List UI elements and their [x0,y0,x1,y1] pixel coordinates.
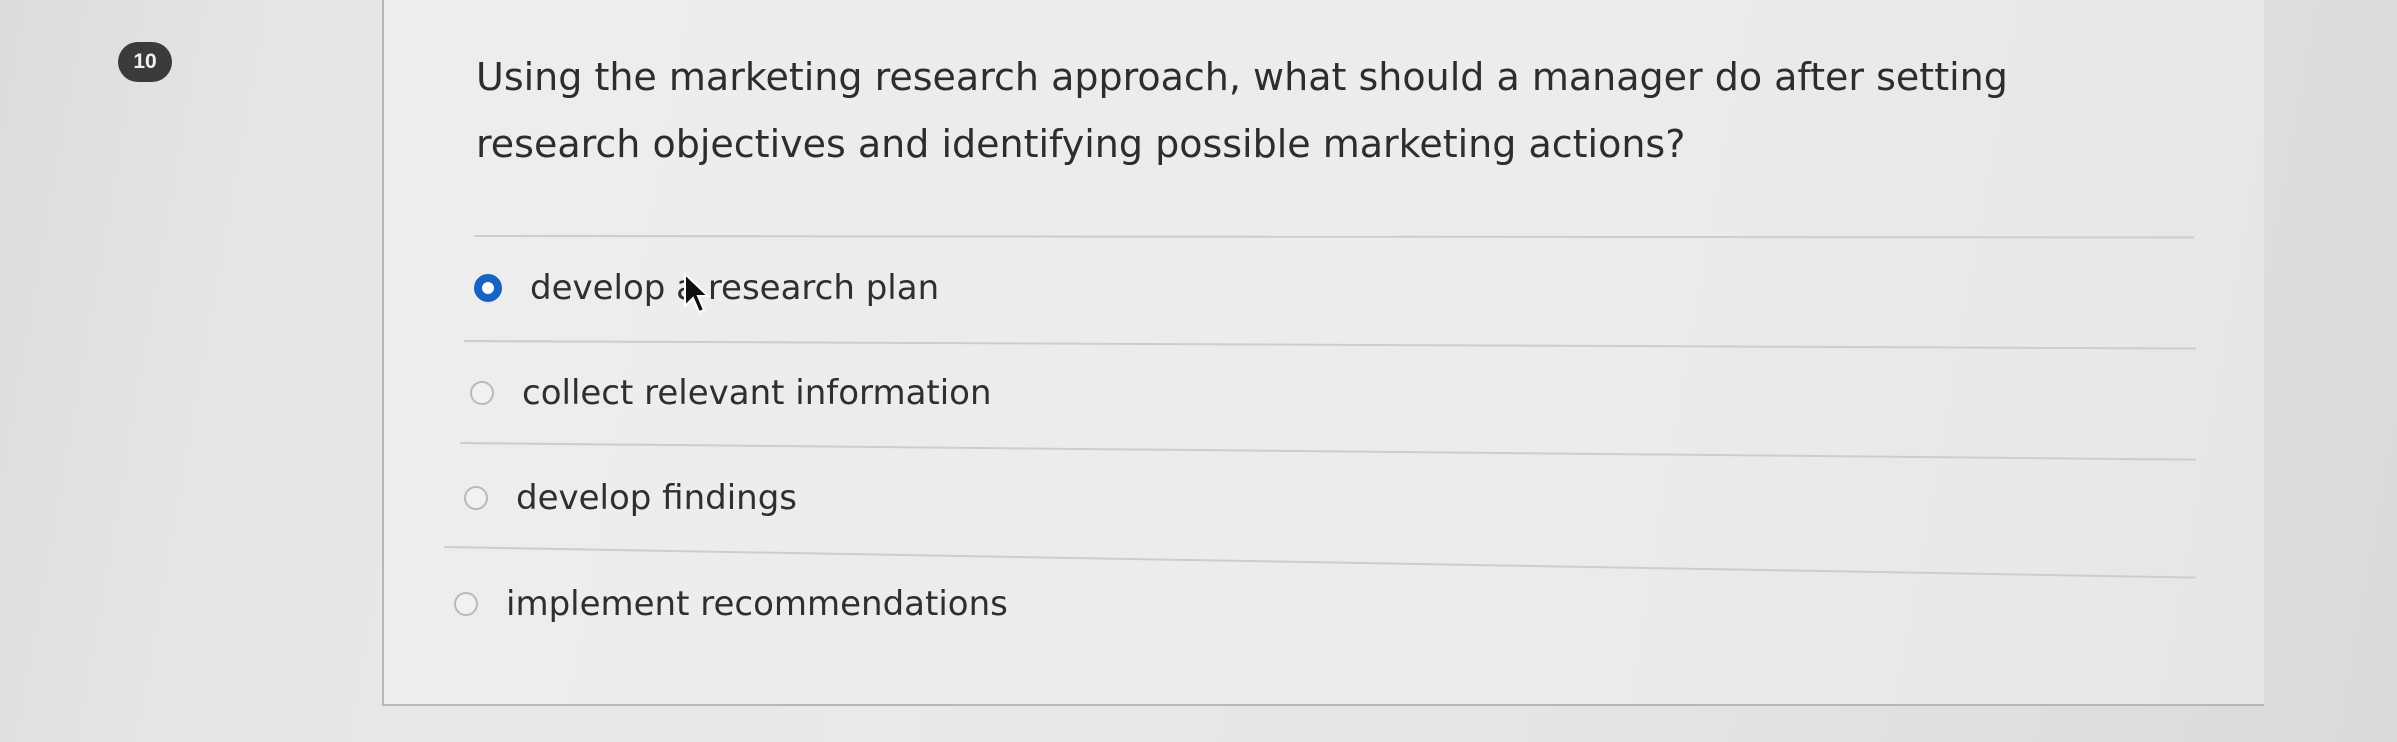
mouse-pointer-icon [684,272,710,314]
option-label: develop findings [516,478,798,518]
option-implement-recommendations[interactable]: implement recommendations [454,584,1008,624]
divider-3 [443,546,2196,579]
option-collect-relevant-information[interactable]: collect relevant information [470,373,992,413]
radio-empty-icon[interactable] [470,381,494,405]
question-number-badge: 10 [118,42,172,82]
divider-top [473,235,2195,239]
radio-empty-icon[interactable] [464,486,488,510]
radio-empty-icon[interactable] [454,592,478,616]
divider-2 [459,442,2196,461]
option-label: implement recommendations [506,584,1008,624]
divider-1 [463,340,2196,350]
option-label: collect relevant information [522,373,992,413]
question-text: Using the marketing research approach, w… [476,55,2008,166]
option-label: develop a research plan [530,268,940,308]
radio-selected-icon[interactable] [474,274,502,302]
option-develop-findings[interactable]: develop findings [464,478,797,518]
question-panel: Using the marketing research approach, w… [382,0,2264,706]
